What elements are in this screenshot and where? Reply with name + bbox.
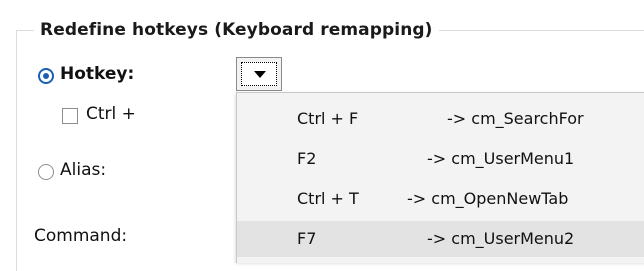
list-item-key: Ctrl + T	[297, 189, 359, 208]
list-item-key: Ctrl + F	[297, 109, 359, 128]
command-label: Command:	[34, 226, 128, 246]
dropdown-focus-frame	[241, 62, 277, 86]
hotkey-dropdown-button[interactable]	[236, 57, 282, 91]
list-item[interactable]: Ctrl + F -> cm_SearchFor	[237, 101, 644, 137]
alias-radio[interactable]	[38, 164, 54, 180]
list-item-highlighted[interactable]: F7 -> cm_UserMenu2	[237, 221, 644, 257]
list-item-command: -> cm_SearchFor	[447, 109, 584, 128]
list-item-command: -> cm_UserMenu2	[427, 229, 575, 248]
hotkey-dropdown-list[interactable]: Ctrl + F -> cm_SearchFor F2 -> cm_UserMe…	[236, 92, 644, 263]
groupbox-title: Redefine hotkeys (Keyboard remapping)	[34, 16, 439, 44]
hotkey-radio-label[interactable]: Hotkey:	[60, 64, 134, 84]
hotkey-radio[interactable]	[38, 68, 54, 84]
list-item[interactable]: Ctrl + T -> cm_OpenNewTab	[237, 181, 644, 217]
list-item[interactable]: F2 -> cm_UserMenu1	[237, 141, 644, 177]
ctrl-checkbox[interactable]	[62, 108, 78, 124]
list-item-key: F7	[297, 229, 317, 248]
ctrl-checkbox-label[interactable]: Ctrl +	[86, 104, 136, 124]
list-item-key: F2	[297, 149, 317, 168]
alias-radio-label[interactable]: Alias:	[60, 160, 106, 180]
list-item-command: -> cm_OpenNewTab	[407, 189, 569, 208]
list-item-command: -> cm_UserMenu1	[427, 149, 575, 168]
chevron-down-icon	[254, 71, 266, 78]
